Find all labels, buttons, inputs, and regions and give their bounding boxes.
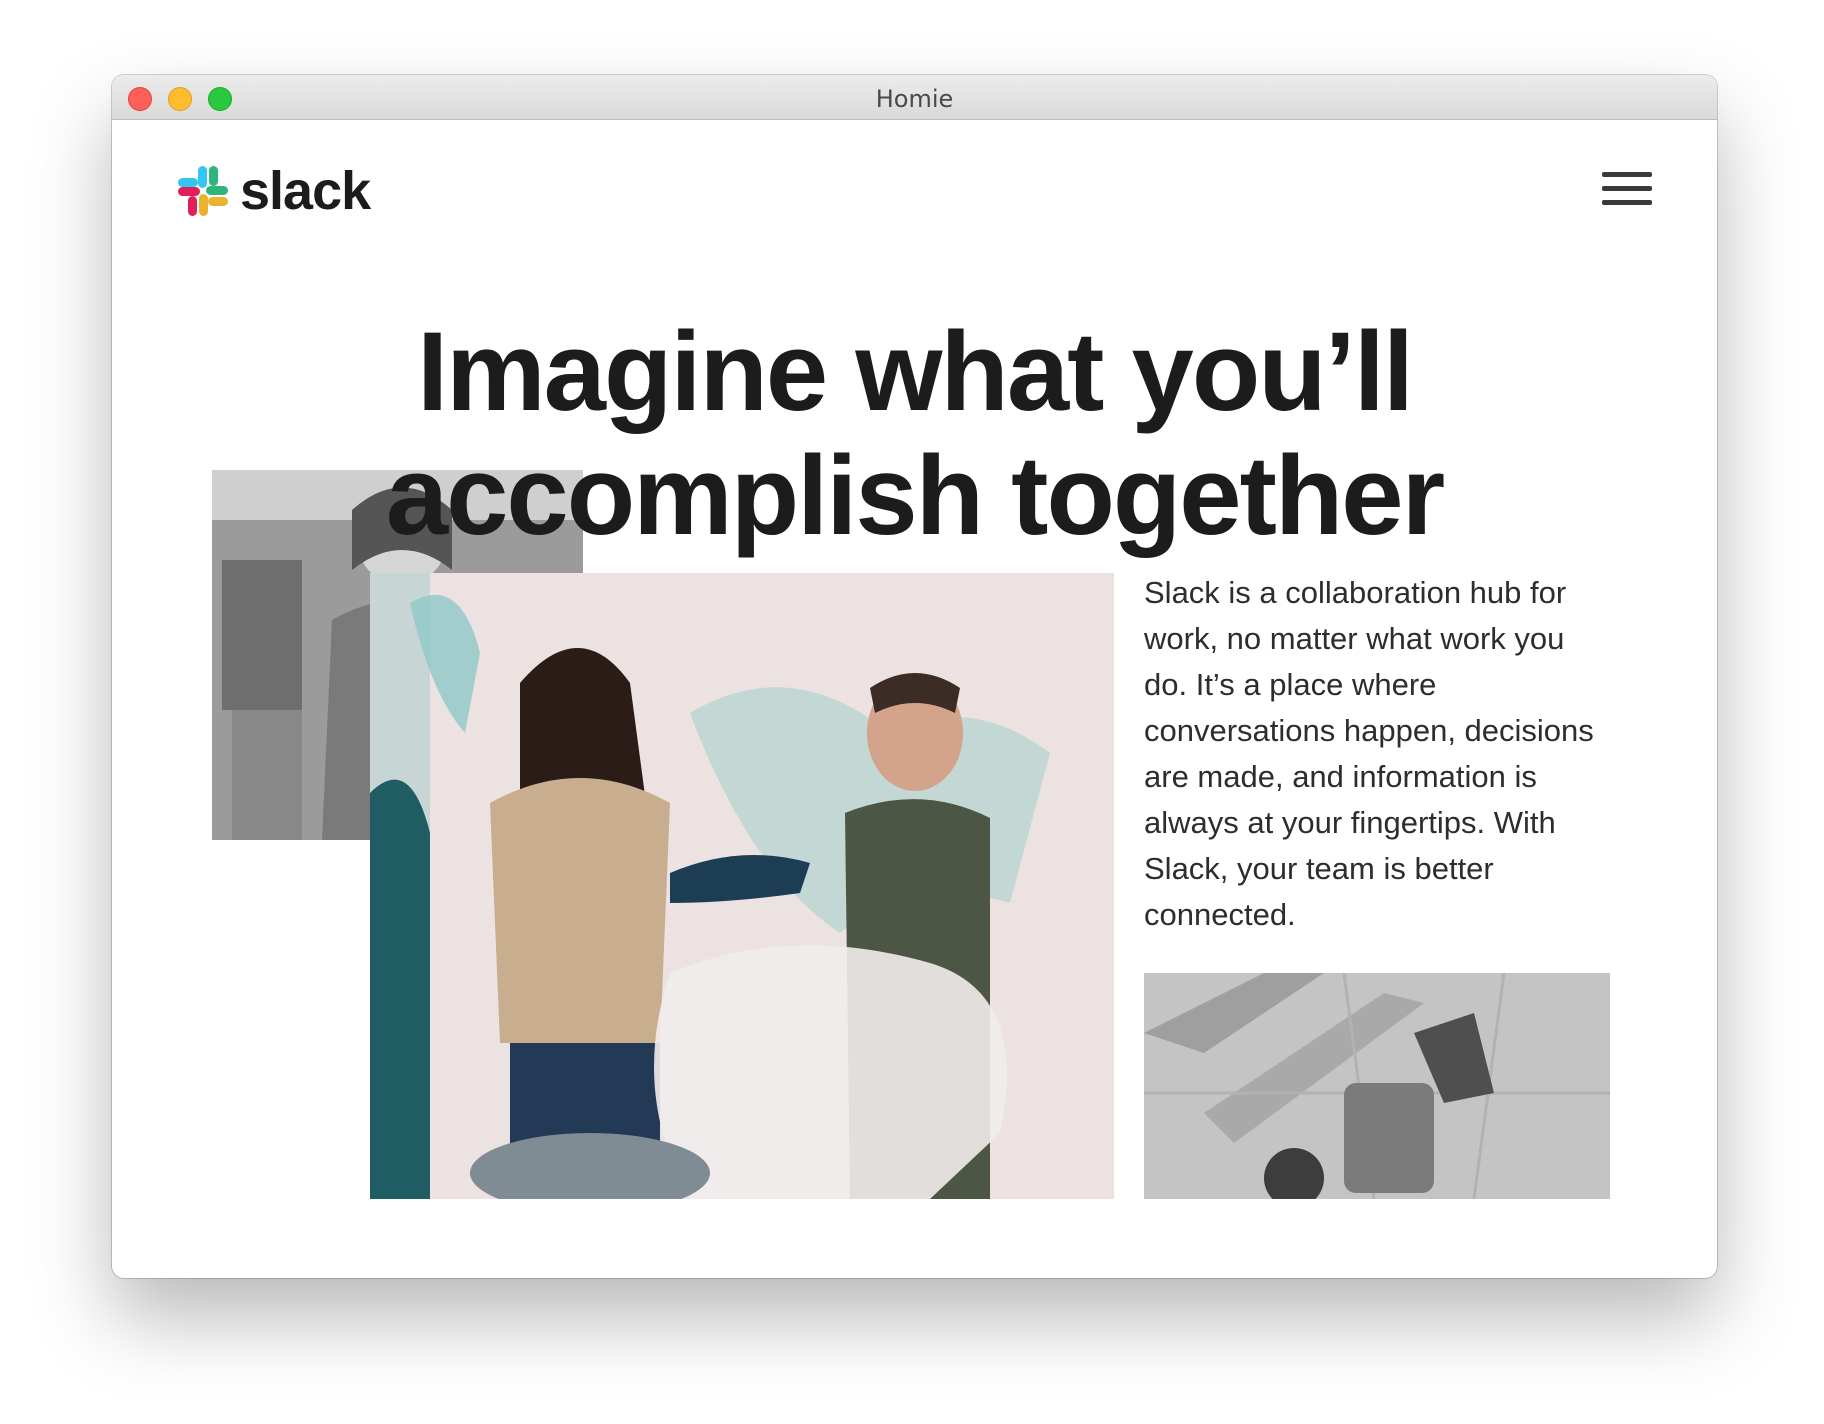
slack-logo-icon <box>178 166 228 216</box>
title-bar: Homie <box>112 75 1717 120</box>
traveler-photo <box>1144 973 1610 1199</box>
window-title: Homie <box>875 85 954 113</box>
team-photo <box>370 573 1114 1199</box>
slack-logo[interactable]: slack <box>176 161 371 221</box>
app-window: Homie slack Imagine what you’ll accompli… <box>112 75 1717 1278</box>
hero-photo-right <box>1144 973 1610 1199</box>
web-content: slack Imagine what you’ll accomplish tog… <box>112 120 1717 1199</box>
hero-photo-center <box>370 573 1114 1199</box>
hero-description: Slack is a collaboration hub for work, n… <box>1144 575 1594 932</box>
logo-wordmark: slack <box>240 161 371 221</box>
hamburger-icon[interactable] <box>1602 172 1652 208</box>
hero-headline: Imagine what you’ll accomplish together <box>385 309 1445 558</box>
